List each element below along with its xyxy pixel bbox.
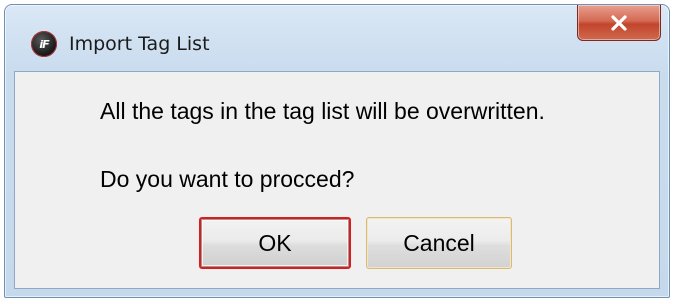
app-logo-icon: iF [31,31,57,57]
ok-button[interactable]: OK [199,217,351,269]
close-icon [611,14,627,31]
close-button[interactable] [577,5,661,41]
dialog-body: All the tags in the tag list will be ove… [14,71,660,289]
window-title: Import Tag List [69,33,210,55]
cancel-button[interactable]: Cancel [366,217,512,269]
import-tag-list-dialog: iF Import Tag List All the tags in the t… [4,4,670,298]
title-bar[interactable]: iF Import Tag List [5,5,669,71]
confirm-question: Do you want to procced? [100,166,355,192]
warning-message: All the tags in the tag list will be ove… [100,98,545,124]
